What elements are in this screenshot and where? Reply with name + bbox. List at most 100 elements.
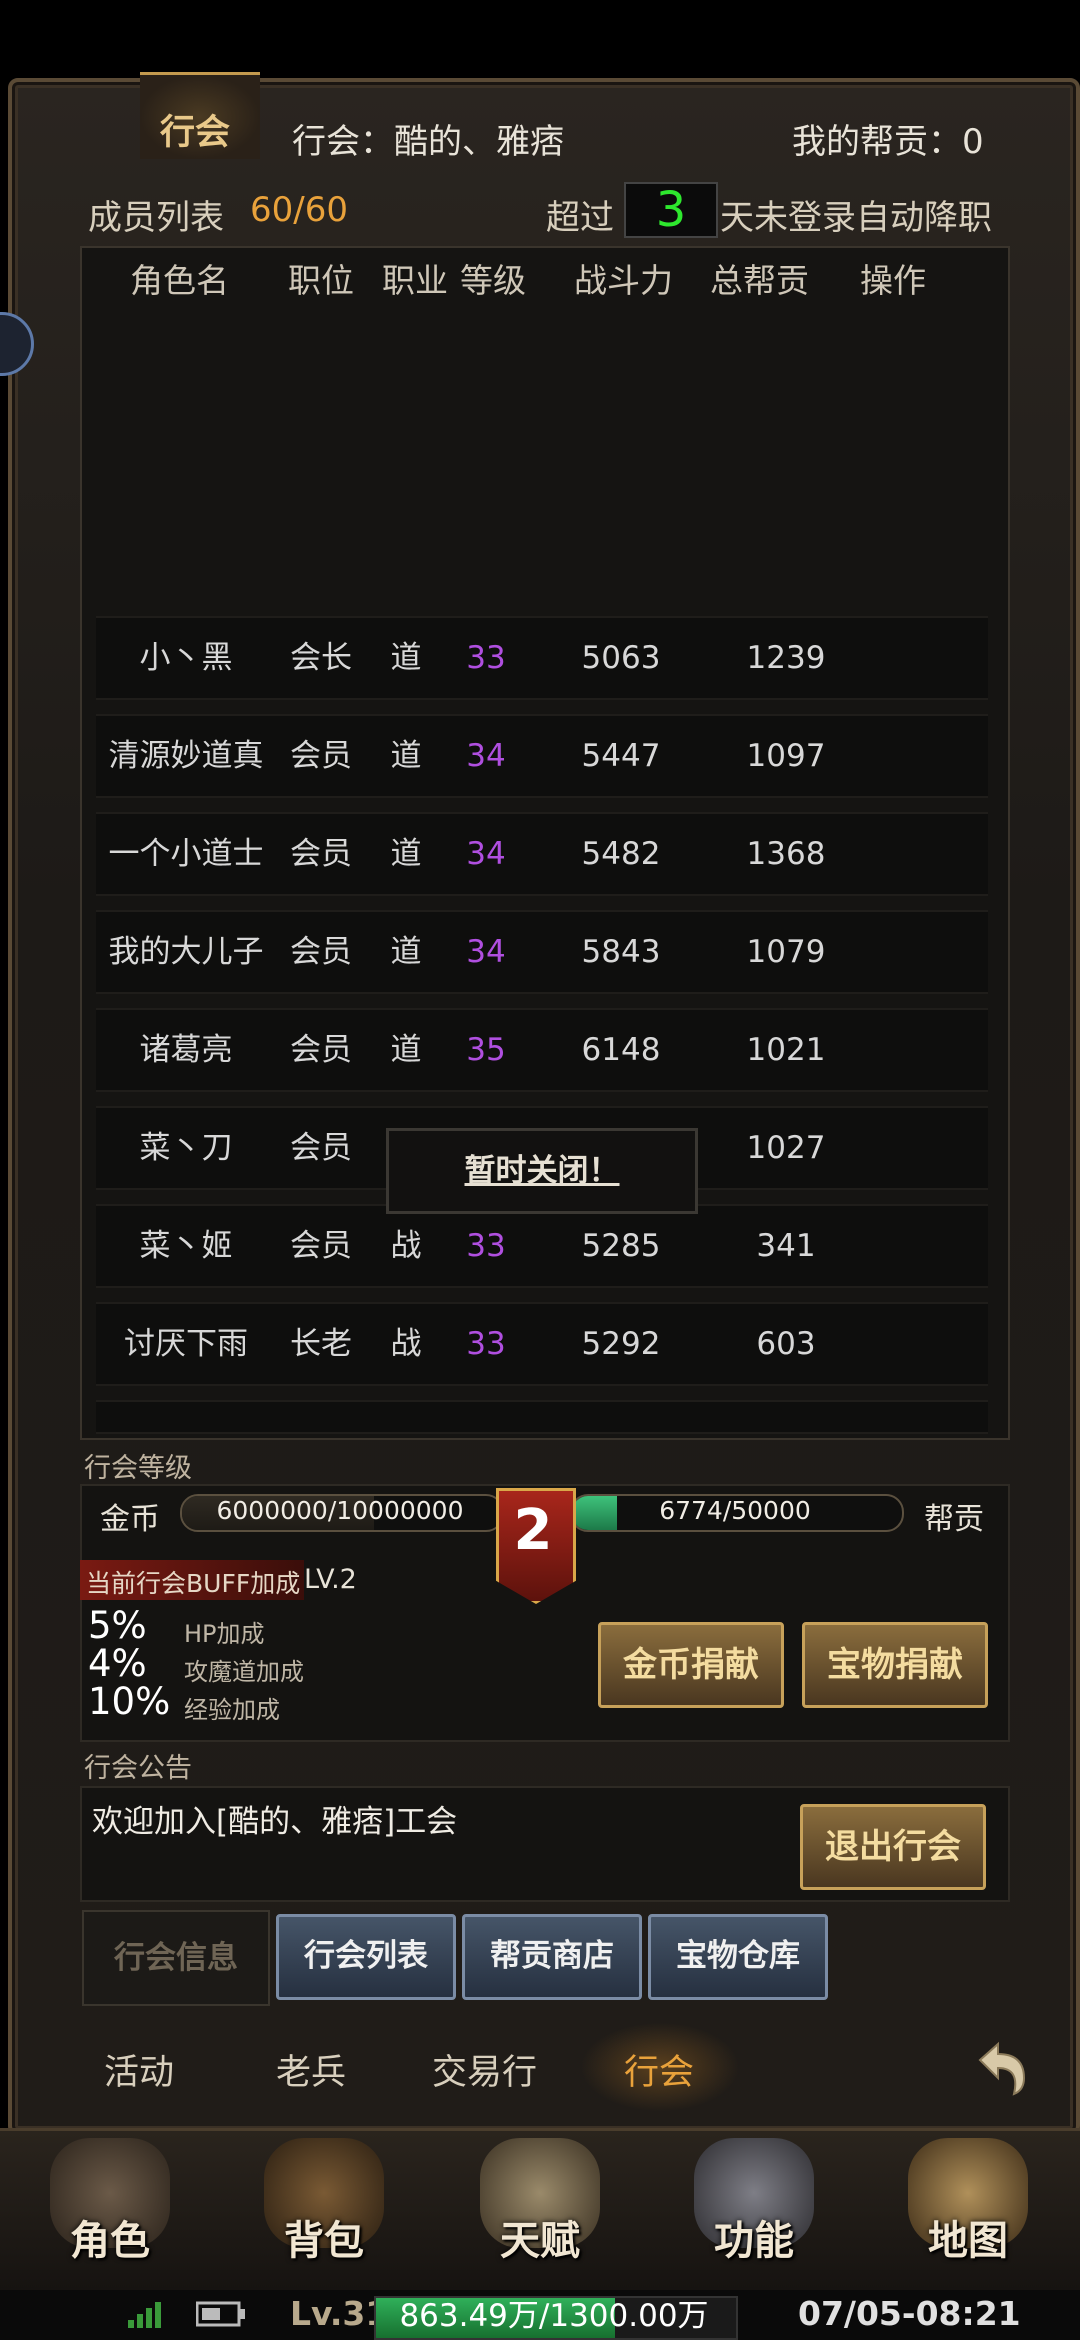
member-job: 道 bbox=[390, 640, 422, 676]
menu-character[interactable]: 角色 bbox=[10, 2130, 210, 2290]
gold-donate-button[interactable]: 金币捐献 bbox=[598, 1622, 784, 1708]
member-job: 战 bbox=[390, 1228, 422, 1264]
table-row[interactable]: 我的大儿子 会员 道 34 5843 1079 bbox=[96, 910, 988, 994]
inactive-days: 3 bbox=[655, 182, 687, 238]
table-row-partial bbox=[96, 1400, 988, 1434]
contrib-label: 帮贡 bbox=[924, 1502, 984, 1537]
battery-icon bbox=[195, 2300, 246, 2332]
header-position: 职位 bbox=[288, 261, 354, 300]
buff-desc: HP加成 bbox=[184, 1620, 265, 1648]
clock-time: 07/05-08:21 bbox=[798, 2294, 1021, 2333]
member-position: 会员 bbox=[290, 934, 352, 970]
guild-level-label: 行会等级 bbox=[84, 1453, 192, 1484]
member-name: 诸葛亮 bbox=[139, 1032, 233, 1068]
auto-demote-label: 天未登录自动降职 bbox=[720, 198, 992, 238]
tab-guild-list[interactable]: 行会列表 bbox=[276, 1914, 456, 2000]
header-level: 等级 bbox=[460, 261, 526, 300]
member-name: 一个小道士 bbox=[108, 836, 264, 872]
guild-level-number: 2 bbox=[513, 1498, 553, 1563]
member-job: 道 bbox=[390, 934, 422, 970]
inactive-days-box[interactable]: 3 bbox=[624, 182, 718, 238]
tab-guild-info[interactable]: 行会信息 bbox=[82, 1910, 270, 2006]
member-power: 5843 bbox=[581, 934, 661, 970]
tab-treasure-warehouse[interactable]: 宝物仓库 bbox=[648, 1914, 828, 2000]
table-row[interactable]: 诸葛亮 会员 道 35 6148 1021 bbox=[96, 1008, 988, 1092]
header-power: 战斗力 bbox=[574, 261, 673, 300]
member-level: 33 bbox=[466, 640, 506, 676]
member-level: 34 bbox=[466, 836, 506, 872]
member-position: 会员 bbox=[290, 1130, 352, 1166]
closed-popup-text: 暂时关闭！ bbox=[464, 1153, 620, 1189]
menu-talent[interactable]: 天赋 bbox=[440, 2130, 640, 2290]
header-contribution: 总帮贡 bbox=[710, 261, 809, 300]
member-name: 菜丶刀 bbox=[139, 1130, 233, 1166]
member-name: 讨厌下雨 bbox=[124, 1326, 248, 1362]
member-job: 战 bbox=[390, 1326, 422, 1362]
treasure-donate-button[interactable]: 宝物捐献 bbox=[802, 1622, 988, 1708]
menu-label: 地图 bbox=[928, 2217, 1008, 2264]
member-name: 小丶黑 bbox=[139, 640, 233, 676]
member-contribution: 1027 bbox=[746, 1130, 826, 1166]
member-name: 我的大儿子 bbox=[108, 934, 264, 970]
member-name: 清源妙道真君 bbox=[108, 738, 264, 854]
gold-progress-text: 6000000/10000000 bbox=[216, 1496, 464, 1525]
table-row[interactable]: 小丶黑 会长 道 33 5063 1239 bbox=[96, 616, 988, 700]
member-contribution: 1239 bbox=[746, 640, 826, 676]
member-contribution: 1097 bbox=[746, 738, 826, 774]
quit-guild-button[interactable]: 退出行会 bbox=[800, 1804, 986, 1890]
signal-icon bbox=[128, 2298, 168, 2332]
table-row[interactable]: 清源妙道真君 会员 道 34 5447 1097 bbox=[96, 714, 988, 854]
buff-desc: 攻魔道加成 bbox=[184, 1658, 304, 1686]
my-contribution: 我的帮贡：0 bbox=[792, 122, 984, 162]
table-row[interactable]: 菜丶姬 会员 战 33 5285 341 bbox=[96, 1204, 988, 1288]
member-level: 34 bbox=[466, 934, 506, 970]
buff-pct: 4% bbox=[88, 1642, 147, 1685]
member-power: 5285 bbox=[581, 1228, 661, 1264]
member-count: 60/60 bbox=[250, 190, 348, 230]
table-row[interactable]: 讨厌下雨 长老 战 33 5292 603 bbox=[96, 1302, 988, 1386]
menu-function[interactable]: 功能 bbox=[654, 2130, 854, 2290]
menu-label: 角色 bbox=[70, 2217, 150, 2264]
member-power: 5482 bbox=[581, 836, 661, 872]
member-contribution: 603 bbox=[756, 1326, 816, 1362]
nav-veteran[interactable]: 老兵 bbox=[276, 2044, 346, 2095]
nav-trade[interactable]: 交易行 bbox=[432, 2044, 537, 2095]
menu-label: 背包 bbox=[284, 2217, 364, 2264]
member-power: 6148 bbox=[581, 1032, 661, 1068]
member-position: 会员 bbox=[290, 738, 352, 774]
buff-level: LV.2 bbox=[304, 1564, 357, 1595]
member-position: 会员 bbox=[290, 836, 352, 872]
member-level: 33 bbox=[466, 1228, 506, 1264]
over-label: 超过 bbox=[546, 198, 614, 238]
member-power: 5063 bbox=[581, 640, 661, 676]
nav-activity[interactable]: 活动 bbox=[104, 2044, 174, 2095]
member-position: 会长 bbox=[290, 640, 352, 676]
member-job: 道 bbox=[390, 1032, 422, 1068]
member-contribution: 341 bbox=[756, 1228, 816, 1264]
member-contribution: 1079 bbox=[746, 934, 826, 970]
gold-label: 金币 bbox=[100, 1502, 160, 1537]
notice-label: 行会公告 bbox=[84, 1753, 192, 1784]
buff-desc: 经验加成 bbox=[184, 1696, 280, 1724]
header-action: 操作 bbox=[860, 261, 926, 300]
nav-guild[interactable]: 行会 bbox=[624, 2044, 694, 2095]
closed-popup: 暂时关闭！ bbox=[386, 1128, 698, 1214]
tab-contribution-shop[interactable]: 帮贡商店 bbox=[462, 1914, 642, 2000]
member-job: 道 bbox=[390, 738, 422, 774]
menu-label: 天赋 bbox=[500, 2217, 580, 2264]
member-power: 5292 bbox=[581, 1326, 661, 1362]
buff-pct: 5% bbox=[88, 1604, 147, 1647]
guild-tab-label[interactable]: 行会 bbox=[160, 104, 230, 155]
menu-backpack[interactable]: 背包 bbox=[224, 2130, 424, 2290]
member-contribution: 1368 bbox=[746, 836, 826, 872]
table-row[interactable]: 一个小道士 会员 道 34 5482 1368 bbox=[96, 812, 988, 896]
notice-text: 欢迎加入[酷的、雅痞]工会 bbox=[92, 1804, 458, 1840]
menu-label: 功能 bbox=[714, 2217, 794, 2264]
member-name: 菜丶姬 bbox=[139, 1228, 233, 1264]
back-arrow-icon[interactable] bbox=[970, 2034, 1034, 2098]
exp-text: 863.49万/1300.00万 bbox=[399, 2298, 709, 2334]
header-name: 角色名 bbox=[130, 261, 229, 300]
menu-map[interactable]: 地图 bbox=[868, 2130, 1068, 2290]
member-list-label: 成员列表 bbox=[88, 198, 224, 238]
header-job: 职业 bbox=[382, 261, 448, 300]
